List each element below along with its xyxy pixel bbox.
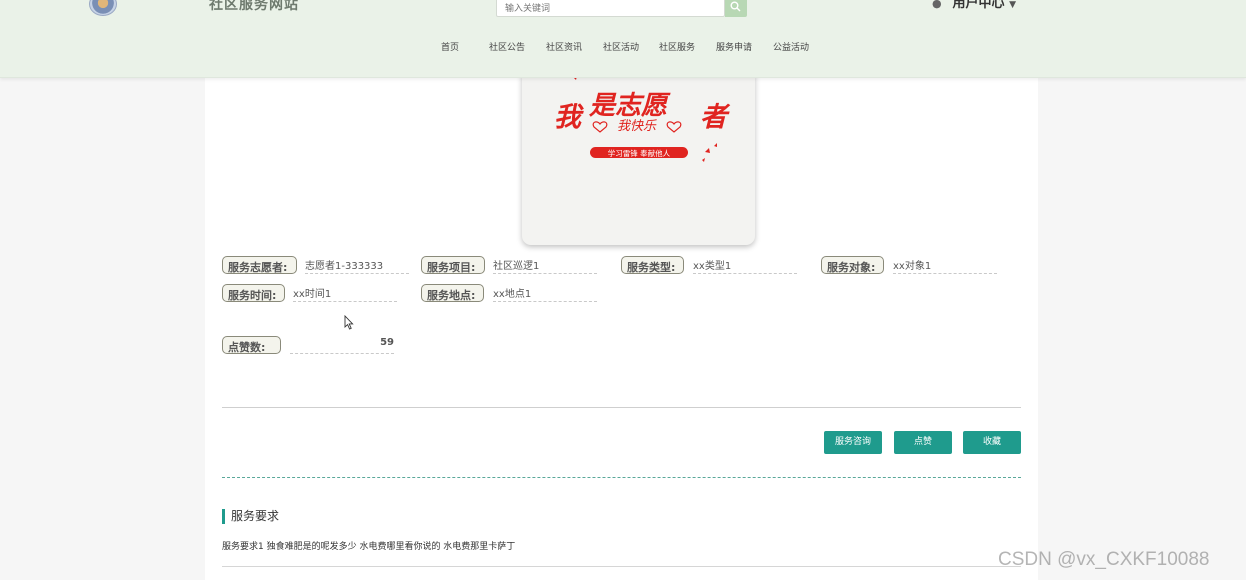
poster-headline-3: 者 (700, 102, 731, 133)
watermark-text: CSDN @vx_CXKF10088 (998, 549, 1210, 570)
poster-graphic: 我 是志愿 者 我快乐 学习雷锋 奉献他人 (554, 71, 731, 162)
poster-headline-2: 是志愿 (588, 91, 671, 121)
target-value: xx对象1 (893, 256, 997, 274)
project-label: 服务项目: (421, 256, 485, 274)
user-center-label: 用户中心 (952, 0, 1005, 11)
detail-panel: 我 是志愿 者 我快乐 学习雷锋 奉献他人 服务志愿者: 志愿者1-333333… (205, 68, 1038, 580)
main-nav: 首页 社区公告 社区资讯 社区活动 社区服务 服务申请 公益活动 (0, 40, 1246, 54)
bottom-divider (222, 566, 1021, 567)
search-icon (730, 1, 741, 12)
nav-item-service-apply[interactable]: 服务申请 (716, 40, 752, 53)
nav-item-announcements[interactable]: 社区公告 (489, 40, 525, 53)
type-value: xx类型1 (693, 256, 797, 274)
like-button[interactable]: 点赞 (894, 431, 952, 454)
dashed-divider (222, 477, 1021, 478)
project-value: 社区巡逻1 (493, 256, 597, 274)
mouse-cursor-icon (344, 315, 354, 330)
chevron-down-icon: ▼ (1009, 0, 1016, 10)
likes-value: 59 (290, 336, 394, 354)
place-value: xx地点1 (493, 284, 597, 302)
target-label: 服务对象: (821, 256, 884, 274)
nav-item-charity[interactable]: 公益活动 (773, 40, 809, 53)
site-title: 社区服务网站 (209, 0, 299, 13)
section-divider (222, 407, 1021, 408)
type-label: 服务类型: (621, 256, 684, 274)
poster-subline: 我快乐 (617, 119, 657, 134)
search-button[interactable] (725, 0, 747, 17)
poster-headline-1: 我 (554, 102, 584, 133)
consult-button[interactable]: 服务咨询 (824, 431, 882, 454)
nav-item-activities[interactable]: 社区活动 (603, 40, 639, 53)
time-value: xx时间1 (293, 284, 397, 302)
site-header: 社区服务网站 ● 用户中心 ▼ 首页 社区公告 社区资讯 社区活动 社区服务 服… (0, 0, 1246, 78)
volunteer-label: 服务志愿者: (222, 256, 297, 274)
favorite-button[interactable]: 收藏 (963, 431, 1021, 454)
requirements-title: 服务要求 (222, 509, 279, 524)
nav-item-news[interactable]: 社区资讯 (546, 40, 582, 53)
site-logo[interactable] (89, 0, 117, 16)
likes-label: 点赞数: (222, 336, 281, 354)
poster-banner: 学习雷锋 奉献他人 (608, 148, 671, 158)
search-input[interactable] (496, 0, 725, 17)
volunteer-value: 志愿者1-333333 (305, 256, 409, 274)
user-icon: ● (932, 0, 942, 10)
nav-item-home[interactable]: 首页 (441, 40, 459, 53)
nav-item-services[interactable]: 社区服务 (659, 40, 695, 53)
user-center-menu[interactable]: ● 用户中心 ▼ (932, 0, 1016, 11)
time-label: 服务时间: (222, 284, 285, 302)
requirements-text: 服务要求1 独食难肥是的呢发多少 水电费哪里看你说的 水电费那里卡萨丁 (222, 542, 516, 552)
place-label: 服务地点: (421, 284, 484, 302)
volunteer-poster: 我 是志愿 者 我快乐 学习雷锋 奉献他人 (522, 68, 755, 245)
